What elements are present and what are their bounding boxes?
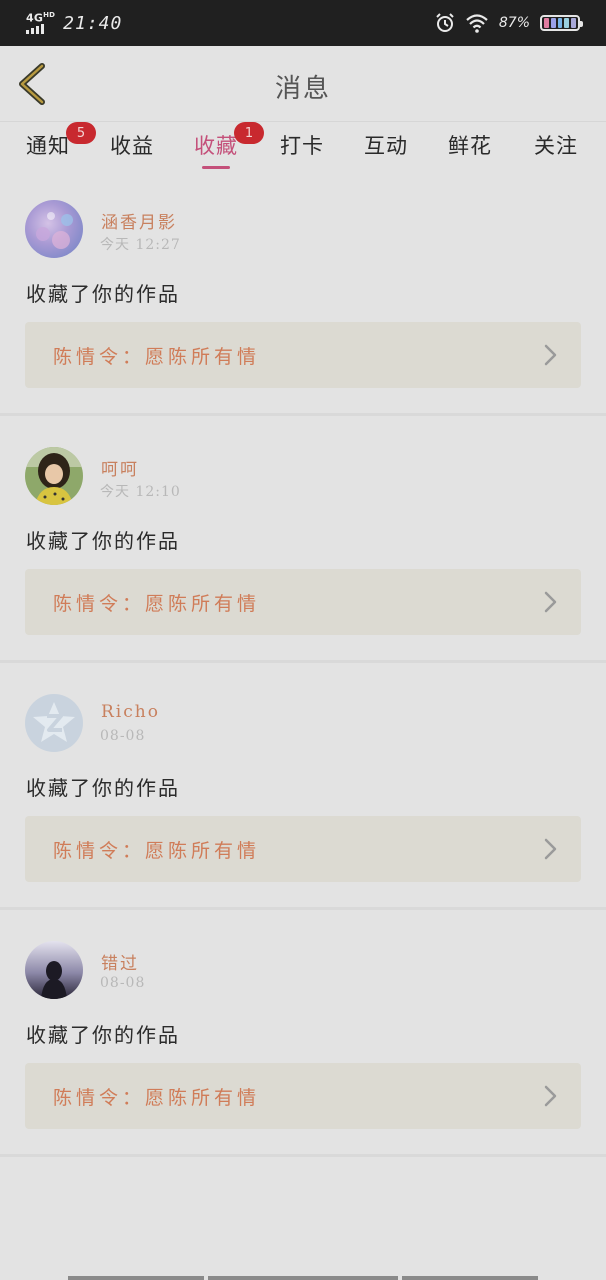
username[interactable]: 呵呵 [101, 455, 139, 480]
tab-checkin[interactable]: 打卡 [280, 130, 324, 160]
battery-icon [540, 15, 583, 31]
signal-icon: 4GHD [26, 11, 55, 35]
tab-notice[interactable]: 通知 5 [26, 122, 96, 160]
timestamp: 今天 12:10 [100, 484, 181, 500]
avatar[interactable] [25, 200, 83, 258]
message-card: 涵香月影 今天 12:27 收藏了你的作品 陈情令：愿陈所有情 [0, 172, 606, 416]
work-link[interactable]: 陈情令：愿陈所有情 [25, 1063, 581, 1129]
work-title: 陈情令：愿陈所有情 [53, 1087, 261, 1109]
tab-flowers[interactable]: 鲜花 [448, 130, 492, 160]
status-bar: 4GHD 21:40 87% [0, 0, 606, 46]
action-text: 收藏了你的作品 [26, 1023, 180, 1047]
tab-follow[interactable]: 关注 [534, 130, 578, 160]
chevron-right-icon [544, 344, 557, 366]
gesture-bar [68, 1276, 204, 1280]
message-card: 呵呵 今天 12:10 收藏了你的作品 陈情令：愿陈所有情 [0, 419, 606, 663]
avatar[interactable] [25, 694, 83, 752]
work-title: 陈情令：愿陈所有情 [53, 346, 261, 368]
alarm-icon [436, 13, 454, 32]
page-title: 消息 [274, 74, 331, 104]
username[interactable]: 错过 [101, 949, 139, 974]
work-link[interactable]: 陈情令：愿陈所有情 [25, 569, 581, 635]
chevron-right-icon [544, 838, 557, 860]
work-link[interactable]: 陈情令：愿陈所有情 [25, 816, 581, 882]
tab-earnings[interactable]: 收益 [110, 130, 154, 160]
message-card: Richo 08-08 收藏了你的作品 陈情令：愿陈所有情 [0, 666, 606, 910]
gesture-bar [208, 1276, 398, 1280]
work-link[interactable]: 陈情令：愿陈所有情 [25, 322, 581, 388]
action-text: 收藏了你的作品 [26, 776, 180, 800]
badge-count: 5 [66, 122, 96, 144]
wifi-icon [466, 14, 488, 33]
timestamp: 08-08 [100, 975, 146, 991]
username[interactable]: Richo [101, 702, 160, 722]
work-title: 陈情令：愿陈所有情 [53, 593, 261, 615]
timestamp: 08-08 [100, 728, 146, 744]
timestamp: 今天 12:27 [100, 237, 181, 253]
action-text: 收藏了你的作品 [26, 282, 180, 306]
tab-interact[interactable]: 互动 [364, 130, 408, 160]
username[interactable]: 涵香月影 [101, 208, 177, 233]
avatar[interactable] [25, 941, 83, 999]
message-card: 错过 08-08 收藏了你的作品 陈情令：愿陈所有情 [0, 913, 606, 1157]
action-text: 收藏了你的作品 [26, 529, 180, 553]
badge-count: 1 [234, 122, 264, 144]
tab-bar: 通知 5 收益 收藏 1 打卡 互动 鲜花 关注 [0, 122, 606, 172]
work-title: 陈情令：愿陈所有情 [53, 840, 261, 862]
nav-header: 消息 [0, 46, 606, 122]
chevron-right-icon [544, 1085, 557, 1107]
gesture-bar [402, 1276, 538, 1280]
active-tab-indicator [202, 166, 230, 169]
tab-favorites[interactable]: 收藏 1 [194, 122, 264, 169]
clock: 21:40 [63, 12, 123, 34]
avatar[interactable] [25, 447, 83, 505]
battery-percent: 87% [498, 15, 530, 31]
chevron-right-icon [544, 591, 557, 613]
